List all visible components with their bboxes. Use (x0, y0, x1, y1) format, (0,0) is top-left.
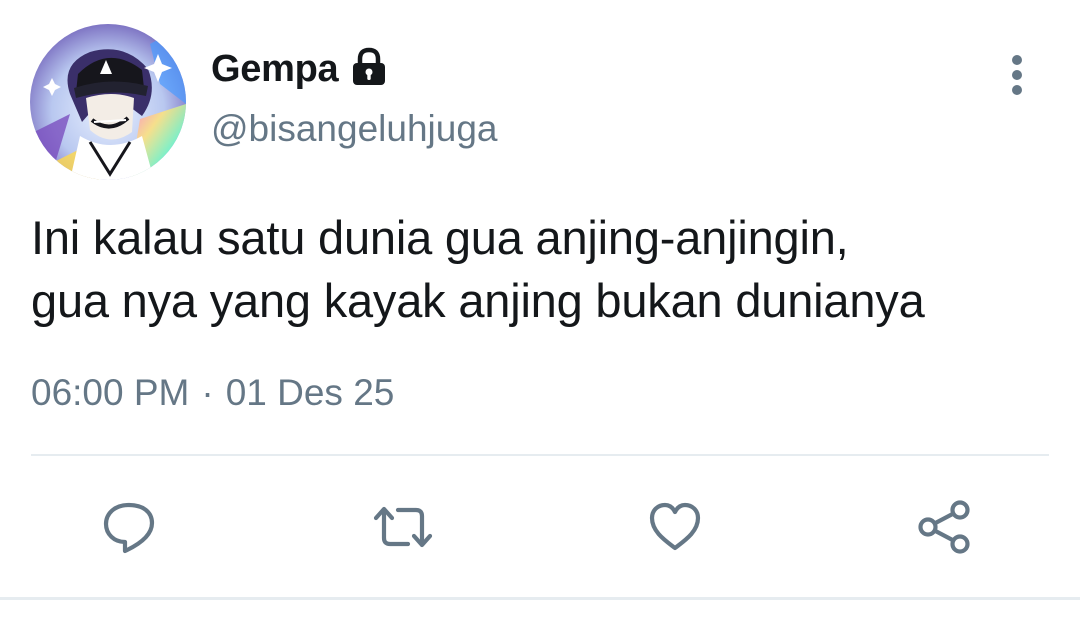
reply-button[interactable] (94, 492, 164, 562)
tweet-time: 06:00 PM (31, 372, 190, 413)
lock-icon (348, 46, 390, 88)
tweet-date: 01 Des 25 (225, 372, 395, 413)
retweet-arrows-icon (373, 506, 433, 548)
tweet-timestamp: 06:00 PM · 01 Des 25 (31, 372, 394, 414)
action-bar (0, 492, 1080, 562)
meta-separator: · (201, 372, 214, 413)
speech-bubble-icon (103, 502, 155, 554)
tweet-text-line: Ini kalau satu dunia gua anjing-anjingin… (31, 211, 849, 264)
tweet-card: Gempa @bisangeluhjuga Ini kalau satu dun… (0, 0, 1080, 618)
divider (31, 454, 1049, 456)
avatar[interactable] (30, 24, 186, 180)
tweet-text: Ini kalau satu dunia gua anjing-anjingin… (31, 206, 1071, 332)
heart-icon (649, 502, 701, 551)
user-handle[interactable]: @bisangeluhjuga (211, 108, 498, 150)
display-name[interactable]: Gempa (211, 48, 339, 91)
share-nodes-icon (918, 500, 970, 554)
avatar-image (30, 24, 186, 180)
bottom-divider (0, 597, 1080, 600)
share-button[interactable] (910, 492, 980, 562)
author-name-row: Gempa (211, 44, 390, 94)
retweet-button[interactable] (368, 492, 438, 562)
more-options-icon[interactable] (1000, 54, 1034, 98)
like-button[interactable] (640, 492, 710, 562)
tweet-text-line: gua nya yang kayak anjing bukan dunianya (31, 274, 925, 327)
